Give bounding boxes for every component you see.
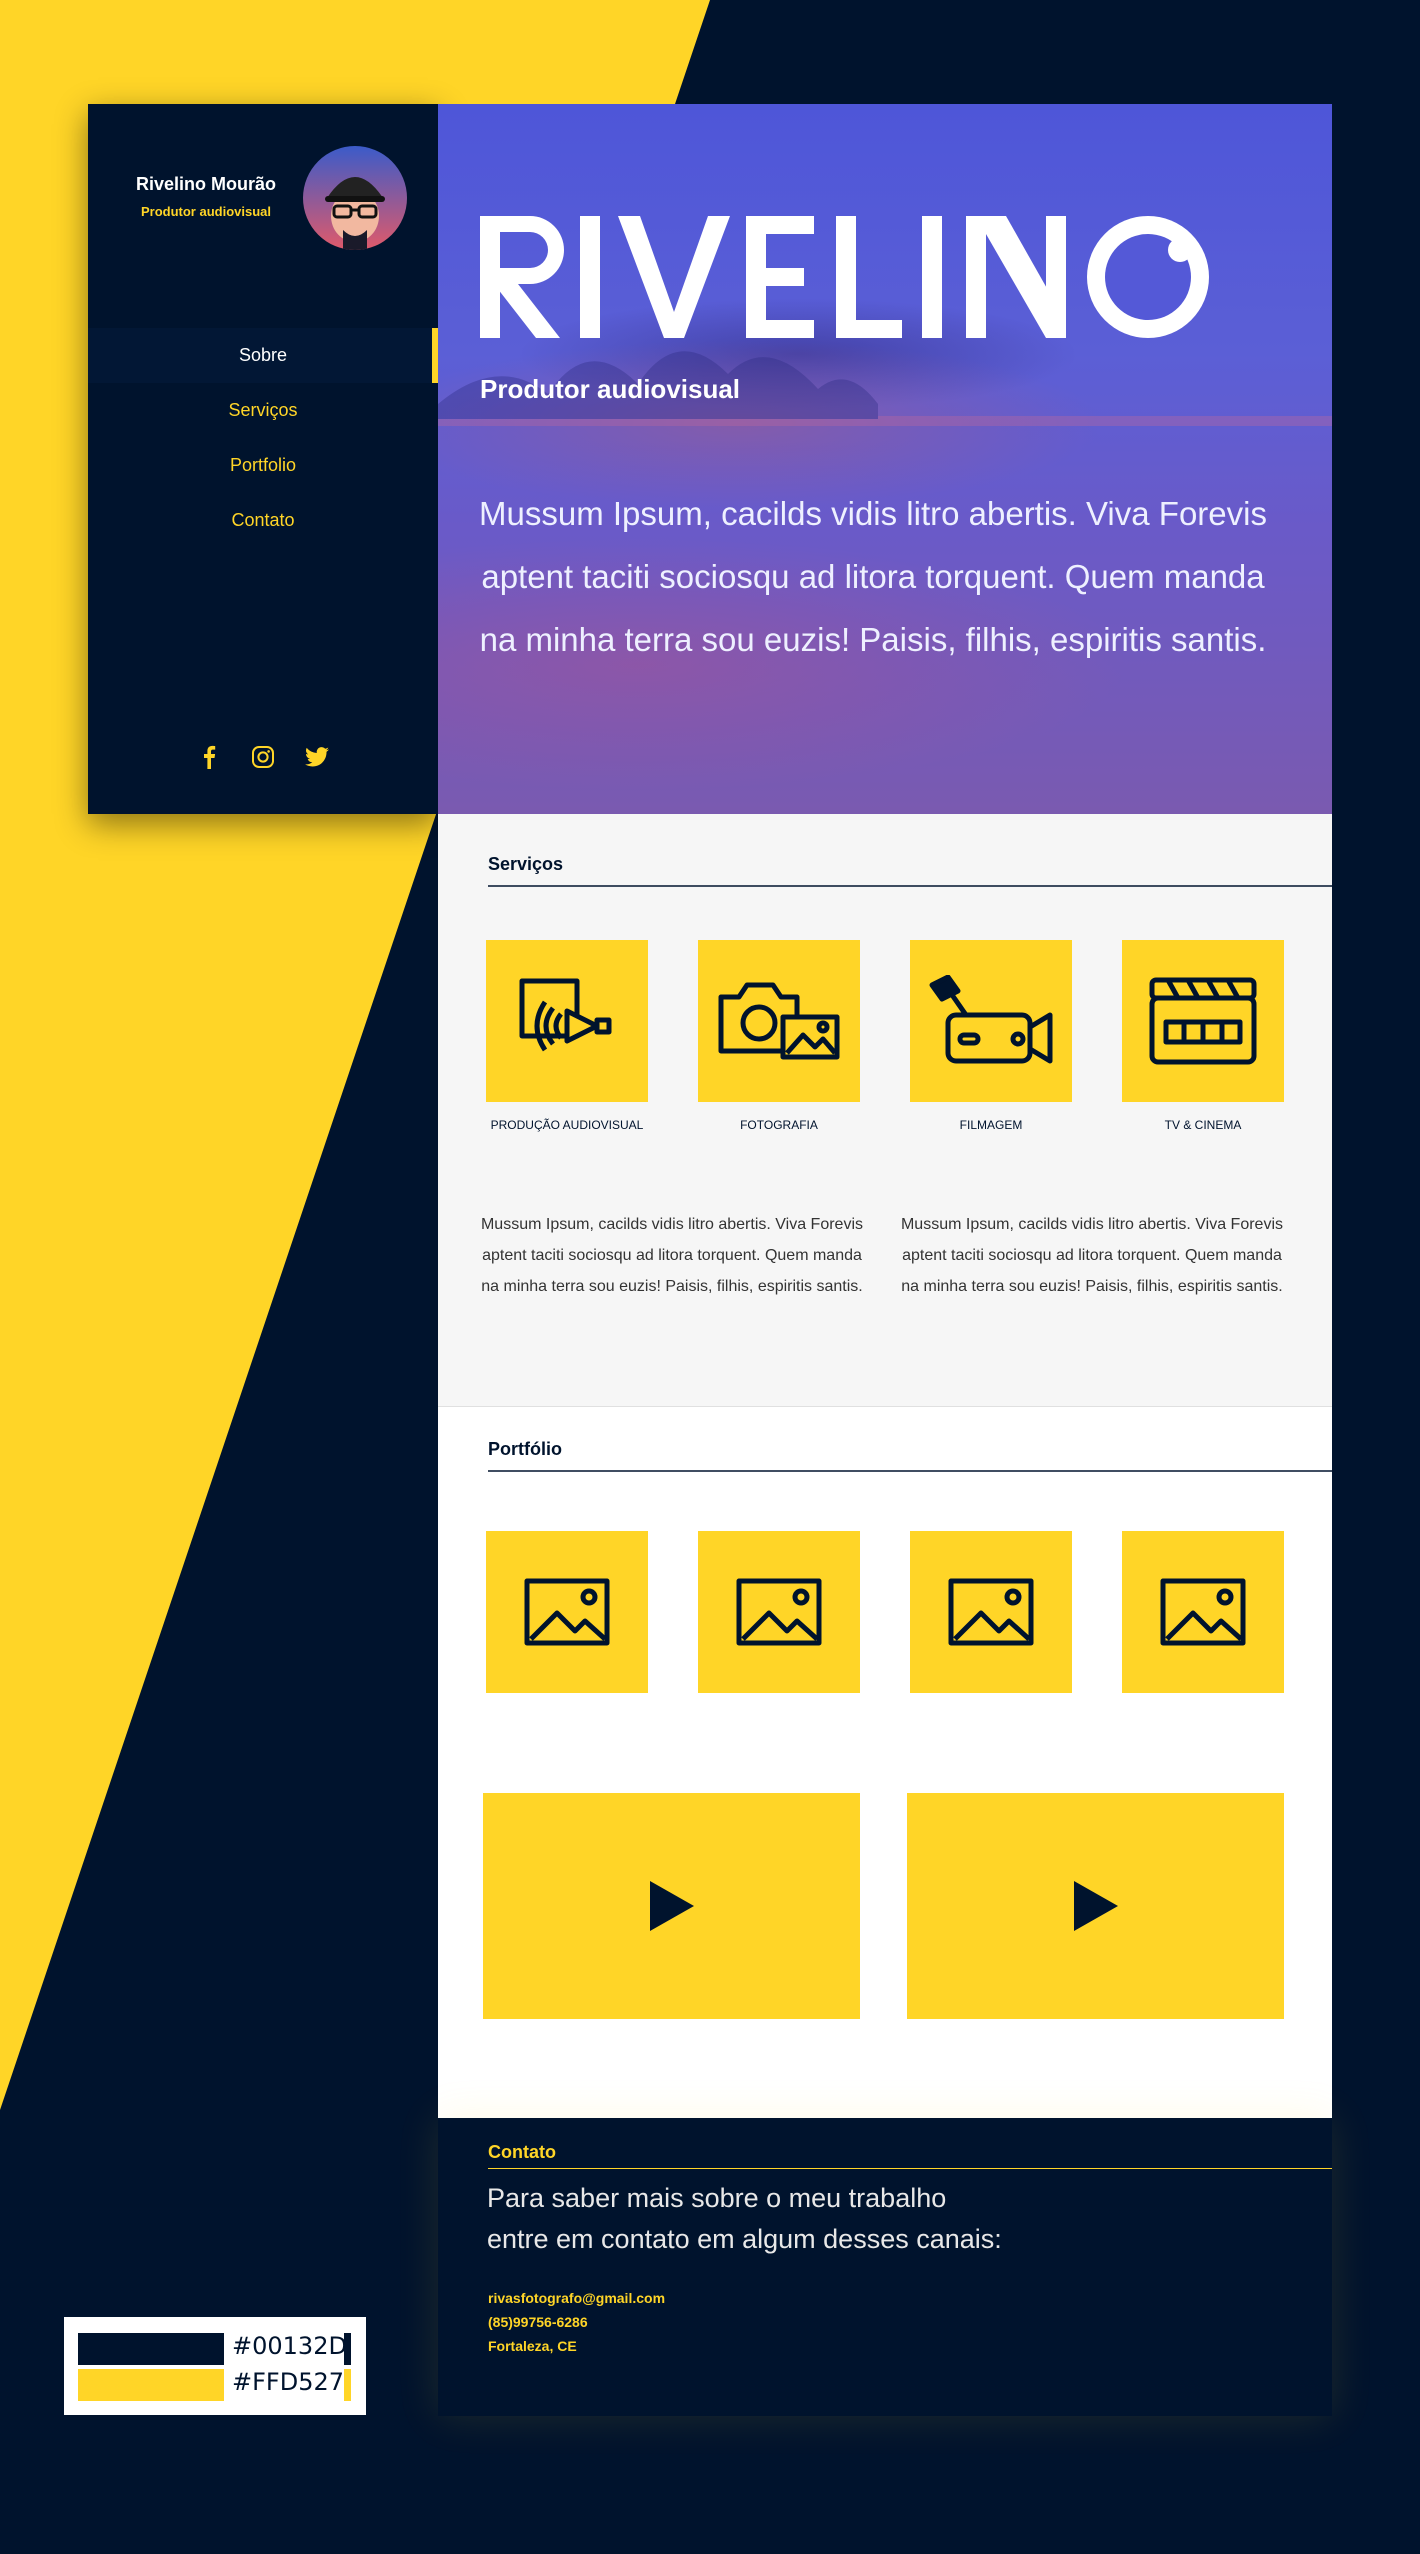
contact-section: Contato Para saber mais sobre o meu trab… xyxy=(438,2118,1332,2416)
services-section: Serviços PRODUÇÃO AUDIOVISUAL FOTOGRAFIA xyxy=(438,814,1332,1406)
contact-city: Fortaleza, CE xyxy=(488,2338,577,2354)
contact-intro: Para saber mais sobre o meu trabalho ent… xyxy=(487,2178,1002,2260)
service-label-fotografia: FOTOGRAFIA xyxy=(740,1118,818,1132)
rivelino-logo xyxy=(480,216,1209,338)
nav-item-contato[interactable]: Contato xyxy=(88,493,438,548)
portfolio-image-item[interactable] xyxy=(1122,1531,1284,1693)
contact-email[interactable]: rivasfotografo@gmail.com xyxy=(488,2290,665,2306)
portfolio-section: Portfólio xyxy=(438,1406,1332,2118)
service-tile-audiovisual[interactable] xyxy=(486,940,648,1102)
portfolio-video-item[interactable] xyxy=(483,1793,860,2019)
instagram-icon[interactable] xyxy=(250,744,276,770)
nav-item-portfolio[interactable]: Portfolio xyxy=(88,438,438,493)
portfolio-image-item[interactable] xyxy=(698,1531,860,1693)
service-label-audiovisual: PRODUÇÃO AUDIOVISUAL xyxy=(490,1118,644,1132)
profile-name: Rivelino Mourão xyxy=(135,174,276,194)
portfolio-image-item[interactable] xyxy=(910,1531,1072,1693)
swatch-label: #FFD527 xyxy=(232,2368,345,2396)
image-icon xyxy=(736,1578,822,1646)
hero-subtitle: Produtor audiovisual xyxy=(480,374,741,404)
services-title: Serviços xyxy=(488,854,564,874)
contact-intro-line: Para saber mais sobre o meu trabalho xyxy=(487,2183,947,2213)
clapperboard-icon xyxy=(1149,977,1257,1065)
contact-phone[interactable]: (85)99756-6286 xyxy=(488,2314,588,2330)
hero-section: Produtor audiovisual Mussum Ipsum, cacil… xyxy=(438,104,1332,814)
portfolio-divider xyxy=(488,1470,1332,1472)
image-icon xyxy=(524,1578,610,1646)
service-tile-fotografia[interactable] xyxy=(698,940,860,1102)
image-icon xyxy=(1160,1578,1246,1646)
twitter-icon[interactable] xyxy=(304,744,330,770)
hero-background-image xyxy=(438,104,1332,814)
avatar xyxy=(303,146,407,250)
image-icon xyxy=(948,1578,1034,1646)
portfolio-image-item[interactable] xyxy=(486,1531,648,1693)
play-icon xyxy=(649,1881,694,1931)
service-tile-filmagem[interactable] xyxy=(910,940,1072,1102)
portfolio-title: Portfólio xyxy=(488,1439,562,1459)
services-divider xyxy=(488,885,1332,887)
swatch-navy-bar xyxy=(344,2333,351,2365)
swatch-label: #00132D xyxy=(232,2332,347,2360)
main-nav: Sobre Serviços Portfolio Contato xyxy=(88,328,438,548)
swatch-yellow-bar xyxy=(344,2369,351,2401)
video-camera-icon xyxy=(929,975,1053,1064)
play-icon xyxy=(1073,1881,1118,1931)
swatch-navy xyxy=(78,2333,224,2365)
audiovisual-icon xyxy=(519,978,612,1052)
photo-camera-icon xyxy=(718,982,840,1060)
nav-item-sobre[interactable]: Sobre xyxy=(88,328,438,383)
service-label-filmagem: FILMAGEM xyxy=(959,1118,1023,1132)
facebook-icon[interactable] xyxy=(196,744,222,770)
service-description: Mussum Ipsum, cacilds vidis litro aberti… xyxy=(900,1216,1284,1295)
service-tile-tv-cinema[interactable] xyxy=(1122,940,1284,1102)
hero-intro-text: Mussum Ipsum, cacilds vidis litro aberti… xyxy=(479,495,1267,658)
social-links xyxy=(88,744,438,770)
sidebar: Rivelino Mourão Produtor audiovisual Sob… xyxy=(88,104,438,814)
profile-role: Produtor audiovisual xyxy=(140,204,271,219)
contact-title: Contato xyxy=(488,2142,556,2162)
portfolio-video-item[interactable] xyxy=(907,1793,1284,2019)
nav-item-servicos[interactable]: Serviços xyxy=(88,383,438,438)
contact-intro-line: entre em contato em algum desses canais: xyxy=(487,2224,1002,2254)
swatch-yellow xyxy=(78,2369,224,2401)
color-palette: #00132D #FFD527 xyxy=(64,2317,366,2415)
service-description: Mussum Ipsum, cacilds vidis litro aberti… xyxy=(480,1216,864,1295)
contact-divider xyxy=(488,2168,1332,2169)
service-label-tv-cinema: TV & CINEMA xyxy=(1164,1118,1242,1132)
